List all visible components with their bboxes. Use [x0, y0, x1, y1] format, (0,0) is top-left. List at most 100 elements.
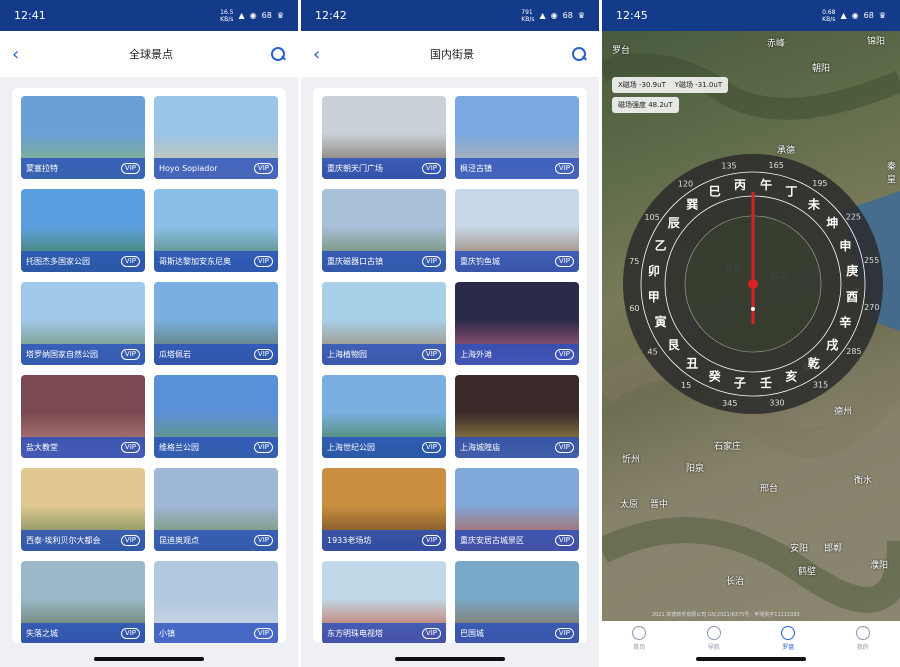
card-caption: 重庆安居古城景区 VIP — [455, 530, 579, 551]
compass-char: 乙 — [655, 239, 667, 253]
vip-badge: VIP — [253, 349, 273, 360]
attraction-card[interactable]: 重庆钓鱼城 VIP — [455, 189, 579, 272]
vip-badge: VIP — [253, 442, 273, 453]
tab-label: 我的 — [856, 644, 869, 651]
network-speed: 16.5 KB/s — [220, 8, 234, 23]
attraction-card[interactable]: Hoyo Sopiador VIP — [154, 96, 278, 179]
compass-dial[interactable]: 丙午丁未坤申庚酉辛戌乾亥壬子癸丑艮寅甲卯乙辰巽巳 135 165 195 225 255… — [622, 153, 884, 415]
attraction-card[interactable]: 瓜塔佩岩 VIP — [154, 282, 278, 365]
attraction-card[interactable]: 枫泾古镇 VIP — [455, 96, 579, 179]
tab-home[interactable]: 首页 — [614, 626, 664, 667]
card-label: 东方明珠电视塔 — [327, 629, 383, 638]
card-label: 托图杰多国家公园 — [26, 257, 90, 266]
attraction-card[interactable]: 上海世纪公园 VIP — [322, 375, 446, 458]
card-label: 上海城隍庙 — [460, 443, 500, 452]
attraction-card[interactable]: 重庆朝天门广场 VIP — [322, 96, 446, 179]
signal-icon: ▲ — [840, 11, 847, 20]
compass-degree: 285 — [846, 347, 861, 356]
vip-badge: VIP — [120, 163, 140, 174]
global-attractions-screen: 12:41 16.5 KB/s ▲ ◉ 68 ♛ ‹ 全球景点 蒙塞拉特 VIP H… — [0, 0, 298, 667]
vip-badge: VIP — [554, 163, 574, 174]
card-caption: 重庆钓鱼城 VIP — [455, 251, 579, 272]
navigation-icon — [706, 626, 721, 640]
wifi-icon: ◉ — [249, 11, 257, 20]
compass-degree: 135 — [721, 161, 736, 170]
card-label: 重庆朝天门广场 — [327, 164, 383, 173]
compass-char: 艮 — [668, 338, 681, 352]
compass-degree: 120 — [678, 180, 693, 189]
status-time: 12:41 — [14, 9, 46, 22]
x-field: X磁场 -30.9uT — [618, 81, 666, 89]
tab-profile[interactable]: 我的 — [838, 626, 888, 667]
attraction-card[interactable]: 哥斯达黎加安东尼奥 VIP — [154, 189, 278, 272]
map-city-label: 太原 — [620, 500, 639, 510]
card-label: 重庆钓鱼城 — [460, 257, 500, 266]
attraction-card[interactable]: 东方明珠电视塔 VIP — [322, 561, 446, 643]
compass-degree: 270 — [864, 303, 879, 312]
attraction-card[interactable]: 上海外滩 VIP — [455, 282, 579, 365]
tab-label: 导航 — [707, 644, 720, 651]
card-caption: 昆迪奥观点 VIP — [154, 530, 278, 551]
back-icon[interactable]: ‹ — [12, 44, 32, 65]
attraction-card[interactable]: 蒙塞拉特 VIP — [21, 96, 145, 179]
magnetic-field-xy: X磁场 -30.9uT Y磁场 -31.0uT — [612, 77, 729, 93]
profile-icon — [855, 626, 870, 640]
compass-char: 巳 — [709, 185, 721, 199]
compass-degree: 75 — [629, 257, 639, 266]
compass-degree: 15 — [681, 381, 691, 390]
map-city-label: 锦阳 — [867, 37, 886, 47]
attraction-card[interactable]: 失落之城 VIP — [21, 561, 145, 643]
map-city-label: 安阳 — [790, 544, 809, 554]
search-icon[interactable] — [571, 46, 587, 62]
card-caption: 巴国城 VIP — [455, 623, 579, 643]
compass-degree: 165 — [769, 161, 784, 170]
compass-degree: 225 — [846, 212, 861, 221]
attraction-card[interactable]: 1933老场坊 VIP — [322, 468, 446, 551]
vip-badge: VIP — [120, 535, 140, 546]
compass-char: 丑 — [686, 356, 698, 370]
tab-label: 首页 — [633, 644, 646, 651]
attraction-card[interactable]: 小镇 VIP — [154, 561, 278, 643]
vip-badge: VIP — [253, 256, 273, 267]
map-city-label: 忻州 — [622, 455, 641, 465]
attraction-card[interactable]: 重庆磁器口古镇 VIP — [322, 189, 446, 272]
back-icon[interactable]: ‹ — [313, 44, 333, 65]
card-caption: 失落之城 VIP — [21, 623, 145, 643]
vip-badge: VIP — [421, 628, 441, 639]
attraction-card[interactable]: 维格兰公园 VIP — [154, 375, 278, 458]
card-label: 1933老场坊 — [327, 536, 372, 545]
attraction-card[interactable]: 上海城隍庙 VIP — [455, 375, 579, 458]
card-caption: 重庆朝天门广场 VIP — [322, 158, 446, 179]
card-label: 巴国城 — [460, 629, 484, 638]
battery-level: 68 — [863, 11, 874, 20]
map-city-label: 秦皇 — [887, 162, 897, 185]
card-label: 瓜塔佩岩 — [159, 350, 191, 359]
attraction-card[interactable]: 昆迪奥观点 VIP — [154, 468, 278, 551]
map-city-label: 鹤壁 — [798, 567, 817, 577]
vip-badge: VIP — [120, 256, 140, 267]
card-caption: 维格兰公园 VIP — [154, 437, 278, 458]
card-caption: 上海外滩 VIP — [455, 344, 579, 365]
attraction-card[interactable]: 上海植物园 VIP — [322, 282, 446, 365]
attraction-card[interactable]: 盐大教堂 VIP — [21, 375, 145, 458]
attraction-card[interactable]: 重庆安居古城景区 VIP — [455, 468, 579, 551]
card-caption: 上海城隍庙 VIP — [455, 437, 579, 458]
card-caption: 瓜塔佩岩 VIP — [154, 344, 278, 365]
battery-level: 68 — [562, 11, 573, 20]
compass-degree: 255 — [864, 256, 879, 265]
map-city-label: 长治 — [726, 577, 745, 587]
signal-icon: ▲ — [238, 11, 245, 20]
card-label: 重庆磁器口古镇 — [327, 257, 383, 266]
card-caption: 上海世纪公园 VIP — [322, 437, 446, 458]
attraction-card[interactable]: 托图杰多国家公园 VIP — [21, 189, 145, 272]
attraction-card[interactable]: 西泰·埃利贝尔大都会 VIP — [21, 468, 145, 551]
attraction-card[interactable]: 巴国城 VIP — [455, 561, 579, 643]
card-caption: 1933老场坊 VIP — [322, 530, 446, 551]
compass-degree: 345 — [722, 399, 737, 408]
satellite-map[interactable]: 罗台赤峰朝阳锦阳秦皇承德北京廊坊天津保定德州石家庄忻州阳泉太原晋中邢台衡水安阳邯… — [602, 31, 900, 621]
home-indicator — [395, 657, 505, 661]
card-label: 塔罗纳国家自然公园 — [26, 350, 98, 359]
attraction-card[interactable]: 塔罗纳国家自然公园 VIP — [21, 282, 145, 365]
search-icon[interactable] — [270, 46, 286, 62]
status-time: 12:42 — [315, 9, 347, 22]
